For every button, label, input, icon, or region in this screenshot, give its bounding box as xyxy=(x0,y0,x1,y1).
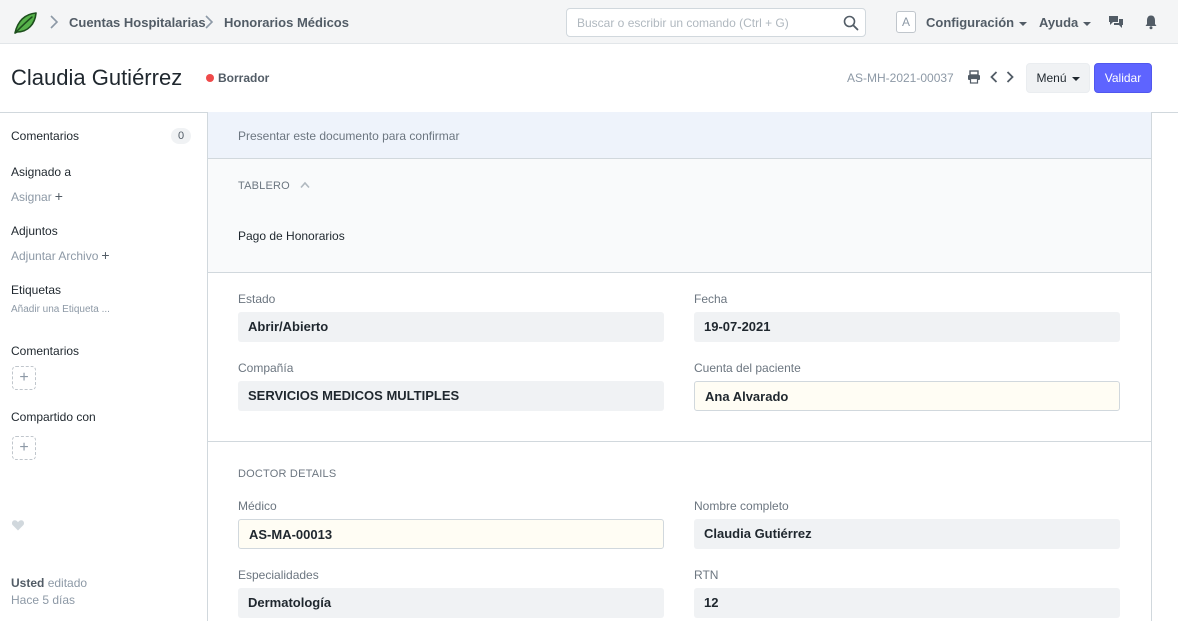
settings-label: Configuración xyxy=(926,15,1015,30)
validate-button[interactable]: Validar xyxy=(1094,63,1152,93)
help-menu[interactable]: Ayuda xyxy=(1039,15,1092,30)
app-logo-leaf-icon[interactable] xyxy=(12,10,38,36)
dashboard-section: TABLERO xyxy=(208,159,1151,273)
bell-icon[interactable] xyxy=(1143,14,1159,30)
print-icon[interactable] xyxy=(967,70,981,84)
plus-icon: + xyxy=(101,247,110,263)
nombre-completo-value: Claudia Gutiérrez xyxy=(704,526,812,541)
breadcrumb-cuentas[interactable]: Cuentas Hospitalarias xyxy=(69,15,206,30)
caret-down-icon xyxy=(1083,21,1092,26)
menu-button[interactable]: Menú xyxy=(1026,63,1090,93)
doctor-details-title: DOCTOR DETAILS xyxy=(238,468,337,480)
chevron-left-icon[interactable] xyxy=(989,70,999,84)
edited-text: editado xyxy=(47,576,88,590)
search-input[interactable]: Buscar o escribir un comando (Ctrl + G) xyxy=(566,8,866,37)
fecha-field: 19-07-2021 xyxy=(694,312,1120,342)
menu-label: Menú xyxy=(1036,71,1067,85)
breadcrumb-honorarios[interactable]: Honorarios Médicos xyxy=(224,15,349,30)
chevron-right-icon[interactable] xyxy=(1005,70,1015,84)
status-badge: Borrador xyxy=(218,71,270,85)
add-tag-action[interactable]: Añadir una Etiqueta ... xyxy=(11,304,110,315)
especialidades-label: Especialidades xyxy=(238,568,319,582)
especialidades-value: Dermatología xyxy=(248,595,332,610)
fecha-value: 19-07-2021 xyxy=(704,319,771,334)
nombre-completo-field: Claudia Gutiérrez xyxy=(694,519,1120,549)
dashboard-title[interactable]: TABLERO xyxy=(238,180,290,192)
cuenta-paciente-label: Cuenta del paciente xyxy=(694,361,801,375)
medico-label: Médico xyxy=(238,499,277,513)
compania-label: Compañía xyxy=(238,361,294,375)
form-layout: Presentar este documento para confirmar … xyxy=(207,112,1152,621)
edited-user: Usted xyxy=(11,576,45,590)
fecha-label: Fecha xyxy=(694,292,728,306)
section-divider xyxy=(208,441,1151,442)
sidebar-tags-label: Etiquetas xyxy=(11,283,62,297)
attach-file-label: Adjuntar Archivo xyxy=(11,249,99,263)
estado-label: Estado xyxy=(238,292,276,306)
document-id: AS-MH-2021-00037 xyxy=(847,71,954,85)
sidebar-comments-label[interactable]: Comentarios xyxy=(11,129,79,143)
nombre-completo-label: Nombre completo xyxy=(694,499,789,513)
status-indicator-dot xyxy=(206,74,214,82)
submit-alert-text: Presentar este documento para confirmar xyxy=(238,129,460,143)
compania-value: SERVICIOS MEDICOS MULTIPLES xyxy=(248,388,460,403)
dashboard-link-pago[interactable]: Pago de Honorarios xyxy=(238,229,345,243)
assign-label: Asignar xyxy=(11,190,52,204)
caret-down-icon xyxy=(1071,76,1080,81)
sidebar-assigned-label: Asignado a xyxy=(11,165,72,179)
search-icon xyxy=(843,15,859,31)
medico-input[interactable]: AS-MA-00013 xyxy=(238,519,664,549)
avatar[interactable]: A xyxy=(896,11,916,33)
especialidades-field: Dermatología xyxy=(238,588,664,618)
edited-by: Usted editado xyxy=(11,576,87,590)
search-placeholder: Buscar o escribir un comando (Ctrl + G) xyxy=(577,16,789,30)
add-comment-button[interactable]: + xyxy=(12,366,36,390)
add-share-button[interactable]: + xyxy=(12,436,36,460)
navbar: Cuentas Hospitalarias Honorarios Médicos… xyxy=(0,0,1178,44)
submit-alert: Presentar este documento para confirmar xyxy=(208,112,1151,159)
help-label: Ayuda xyxy=(1039,15,1079,30)
cuenta-paciente-value: Ana Alvarado xyxy=(705,389,789,404)
sidebar-shared-label: Compartido con xyxy=(11,410,96,424)
cuenta-paciente-input[interactable]: Ana Alvarado xyxy=(694,381,1120,411)
assign-action[interactable]: Asignar + xyxy=(11,188,63,204)
caret-down-icon xyxy=(1019,21,1028,26)
plus-icon: + xyxy=(54,188,63,204)
rtn-value: 12 xyxy=(704,595,719,610)
compania-field: SERVICIOS MEDICOS MULTIPLES xyxy=(238,381,664,411)
sidebar-comments2-label: Comentarios xyxy=(11,344,80,358)
chevron-up-icon[interactable] xyxy=(300,181,310,189)
comments-count-badge: 0 xyxy=(171,128,191,144)
attach-file-action[interactable]: Adjuntar Archivo + xyxy=(11,247,110,263)
heart-icon[interactable] xyxy=(11,518,25,532)
rtn-label: RTN xyxy=(694,568,719,582)
medico-value: AS-MA-00013 xyxy=(249,527,333,542)
edited-time: Hace 5 días xyxy=(11,593,76,607)
chevron-right-icon xyxy=(205,15,214,29)
chevron-right-icon xyxy=(50,15,59,29)
estado-field: Abrir/Abierto xyxy=(238,312,664,342)
chat-icon[interactable] xyxy=(1108,14,1124,30)
estado-value: Abrir/Abierto xyxy=(248,319,329,334)
page-title: Claudia Gutiérrez xyxy=(11,65,183,90)
settings-menu[interactable]: Configuración xyxy=(926,15,1028,30)
rtn-field: 12 xyxy=(694,588,1120,618)
sidebar-attachments-label: Adjuntos xyxy=(11,224,58,238)
